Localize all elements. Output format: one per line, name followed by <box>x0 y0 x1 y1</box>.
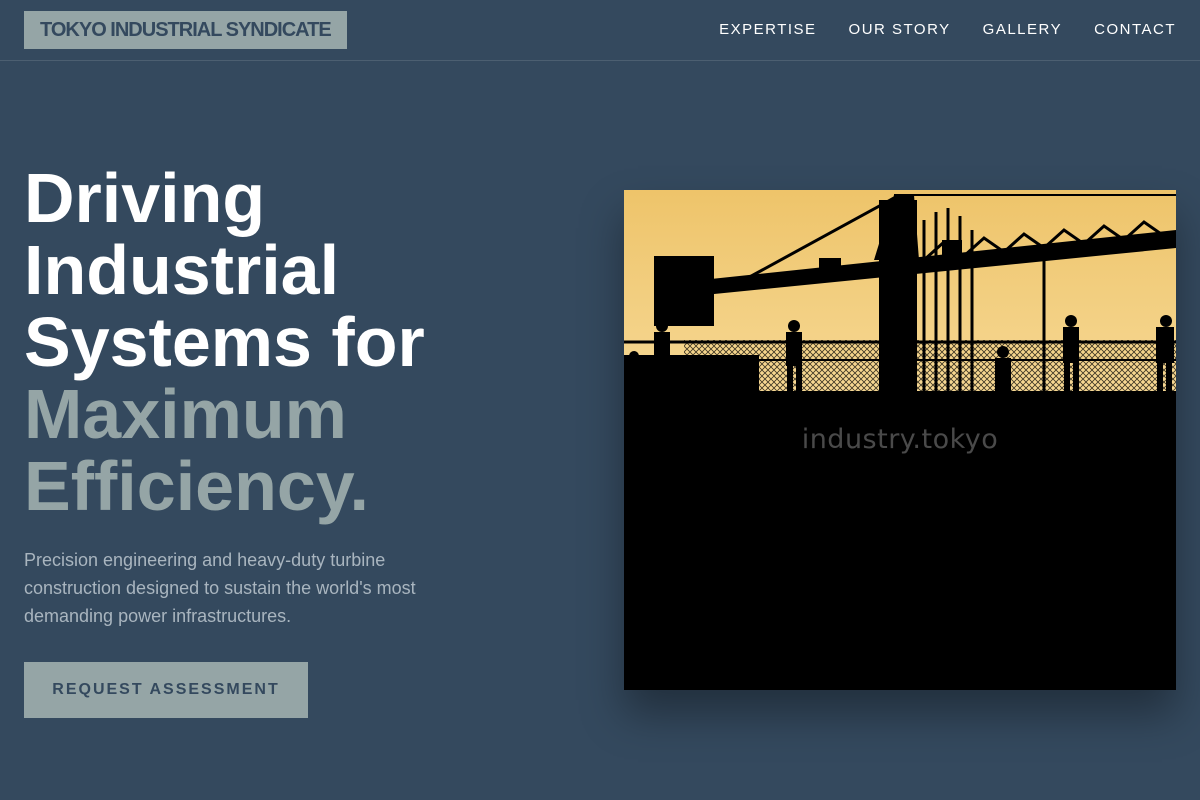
nav-link-our-story[interactable]: OUR STORY <box>849 21 951 38</box>
headline-line: Driving <box>24 159 266 237</box>
top-navbar: TOKYO INDUSTRIAL SYNDICATE EXPERTISE OUR… <box>0 0 1200 61</box>
request-assessment-button[interactable]: REQUEST ASSESSMENT <box>24 662 308 718</box>
headline-accent-line: Maximum <box>24 375 347 453</box>
hero-description: Precision engineering and heavy-duty tur… <box>24 550 416 626</box>
headline-accent-line: Efficiency. <box>24 447 369 525</box>
nav-link-gallery[interactable]: GALLERY <box>983 21 1062 38</box>
headline-line: Systems for <box>24 303 425 381</box>
nav-menu: EXPERTISE OUR STORY GALLERY CONTACT <box>719 21 1176 38</box>
nav-link-expertise[interactable]: EXPERTISE <box>719 21 816 38</box>
brand-logo[interactable]: TOKYO INDUSTRIAL SYNDICATE <box>24 11 347 49</box>
hero-headline: Driving Industrial Systems for Maximum E… <box>24 162 584 522</box>
nav-link-contact[interactable]: CONTACT <box>1094 21 1176 38</box>
image-watermark: industry.tokyo <box>801 424 999 455</box>
construction-site-image: industry.tokyo <box>624 190 1176 690</box>
headline-line: Industrial <box>24 231 340 309</box>
